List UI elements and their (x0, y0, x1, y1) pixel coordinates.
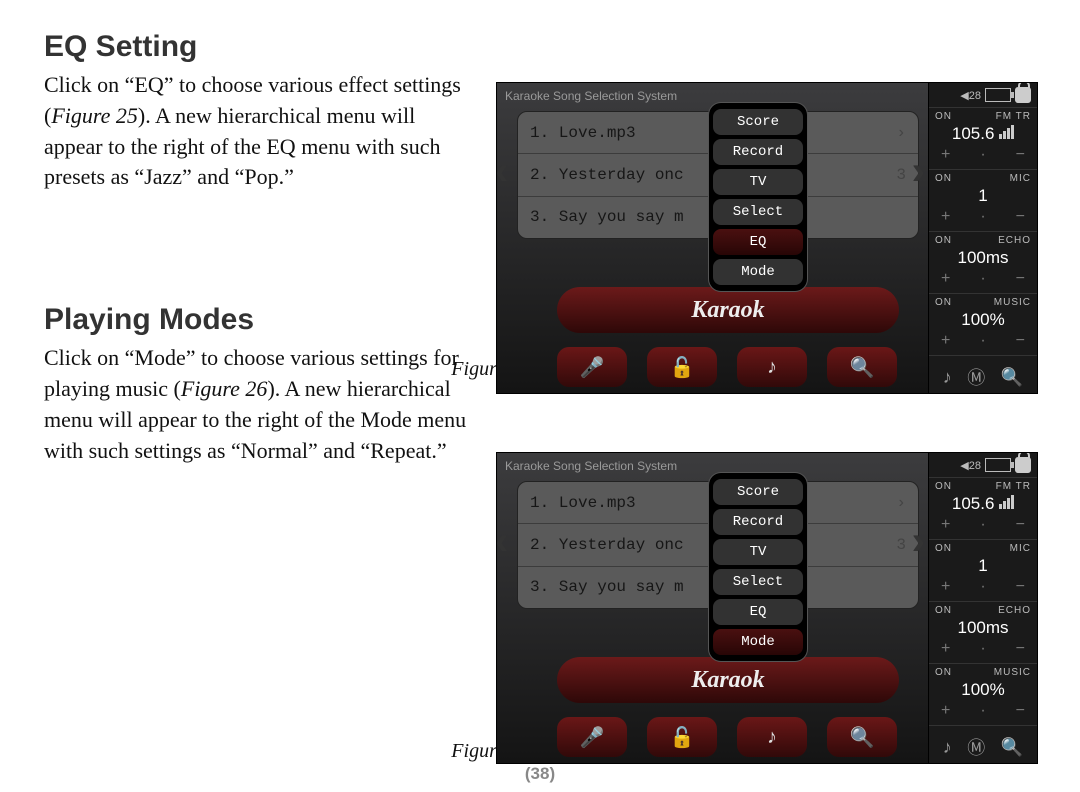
karaoke-bar[interactable]: Karaok (557, 287, 899, 333)
minus-icon[interactable]: − (1016, 640, 1025, 658)
panel-echo[interactable]: ONECHO100ms+·− (929, 232, 1037, 294)
lock-icon (1015, 87, 1031, 103)
music-note-icon[interactable]: ♪ (737, 347, 807, 387)
menu-item-mode[interactable]: Mode (713, 629, 803, 655)
minus-icon[interactable]: − (1016, 702, 1025, 720)
signal-icon (999, 125, 1014, 139)
volume-icon: ◀28 (960, 459, 981, 472)
zoom-icon[interactable]: 🔍 (827, 717, 897, 757)
panel-music[interactable]: ONMUSIC100%+·− (929, 294, 1037, 356)
chevron-right-icon[interactable]: › (912, 519, 925, 564)
menu-item-select[interactable]: Select (713, 199, 803, 225)
bottom-button-row: 🎤 🔓 ♪ 🔍 (557, 347, 897, 387)
plus-icon[interactable]: + (941, 578, 950, 596)
volume-icon: ◀28 (960, 89, 981, 102)
m-circle-icon[interactable]: Ⓜ (967, 734, 985, 760)
plus-icon[interactable]: + (941, 702, 950, 720)
minus-icon[interactable]: − (1016, 516, 1025, 534)
lock-open-icon[interactable]: 🔓 (647, 717, 717, 757)
lock-open-icon[interactable]: 🔓 (647, 347, 717, 387)
panel-mic[interactable]: ONMIC1+·− (929, 170, 1037, 232)
figure-26: Karaoke Song Selection System1. Love.mp3… (496, 452, 1036, 764)
menu-item-eq[interactable]: EQ (713, 599, 803, 625)
menu-item-score[interactable]: Score (713, 479, 803, 505)
menu-item-score[interactable]: Score (713, 109, 803, 135)
music-note-icon[interactable]: ♪ (943, 737, 952, 758)
plus-icon[interactable]: + (941, 640, 950, 658)
context-menu: Score Record TV Select EQ Mode (709, 103, 807, 291)
zoom-icon[interactable]: 🔍 (1001, 737, 1023, 758)
mic-mute-icon[interactable]: 🎤 (557, 347, 627, 387)
menu-item-tv[interactable]: TV (713, 539, 803, 565)
plus-icon[interactable]: + (941, 146, 950, 164)
minus-icon[interactable]: − (1016, 146, 1025, 164)
panel-fm-tr[interactable]: ONFM TR105.6 +·− (929, 108, 1037, 170)
panel-music[interactable]: ONMUSIC100%+·− (929, 664, 1037, 726)
menu-item-select[interactable]: Select (713, 569, 803, 595)
side-panel: ◀28 ONFM TR105.6 +·−ONMIC1+·−ONECHO100ms… (928, 83, 1037, 393)
plus-icon[interactable]: + (941, 516, 950, 534)
menu-item-record[interactable]: Record (713, 139, 803, 165)
figure-25: Karaoke Song Selection System1. Love.mp3… (496, 82, 1036, 394)
plus-icon[interactable]: + (941, 270, 950, 288)
panel-echo[interactable]: ONECHO100ms+·− (929, 602, 1037, 664)
side-icon-row: ♪ Ⓜ 🔍 (929, 726, 1037, 764)
karaoke-bar[interactable]: Karaok (557, 657, 899, 703)
panel-fm-tr[interactable]: ONFM TR105.6 +·− (929, 478, 1037, 540)
m-circle-icon[interactable]: Ⓜ (967, 364, 985, 390)
page-number: (38) (525, 764, 555, 784)
menu-item-mode[interactable]: Mode (713, 259, 803, 285)
manual-page: EQ Setting Click on “EQ” to choose vario… (0, 0, 1080, 792)
bottom-button-row: 🎤 🔓 ♪ 🔍 (557, 717, 897, 757)
plus-icon[interactable]: + (941, 208, 950, 226)
battery-icon (985, 88, 1011, 102)
minus-icon[interactable]: − (1016, 332, 1025, 350)
status-bar: ◀28 (929, 83, 1037, 108)
music-note-icon[interactable]: ♪ (943, 367, 952, 388)
chevron-right-icon[interactable]: › (912, 149, 925, 194)
minus-icon[interactable]: − (1016, 578, 1025, 596)
chevron-left-icon[interactable]: ‹ (496, 149, 508, 194)
minus-icon[interactable]: − (1016, 270, 1025, 288)
menu-item-record[interactable]: Record (713, 509, 803, 535)
window-title: Karaoke Song Selection System (505, 459, 677, 473)
menu-item-eq[interactable]: EQ (713, 229, 803, 255)
lock-icon (1015, 457, 1031, 473)
zoom-icon[interactable]: 🔍 (1001, 367, 1023, 388)
window-title: Karaoke Song Selection System (505, 89, 677, 103)
body-eq-setting: Click on “EQ” to choose various effect s… (44, 70, 474, 193)
side-panel: ◀28 ONFM TR105.6 +·−ONMIC1+·−ONECHO100ms… (928, 453, 1037, 763)
minus-icon[interactable]: − (1016, 208, 1025, 226)
music-note-icon[interactable]: ♪ (737, 717, 807, 757)
zoom-icon[interactable]: 🔍 (827, 347, 897, 387)
chevron-left-icon[interactable]: ‹ (496, 519, 508, 564)
battery-icon (985, 458, 1011, 472)
side-icon-row: ♪ Ⓜ 🔍 (929, 356, 1037, 394)
heading-eq-setting: EQ Setting (44, 30, 1036, 64)
mic-mute-icon[interactable]: 🎤 (557, 717, 627, 757)
status-bar: ◀28 (929, 453, 1037, 478)
plus-icon[interactable]: + (941, 332, 950, 350)
context-menu: Score Record TV Select EQ Mode (709, 473, 807, 661)
menu-item-tv[interactable]: TV (713, 169, 803, 195)
panel-mic[interactable]: ONMIC1+·− (929, 540, 1037, 602)
signal-icon (999, 495, 1014, 509)
